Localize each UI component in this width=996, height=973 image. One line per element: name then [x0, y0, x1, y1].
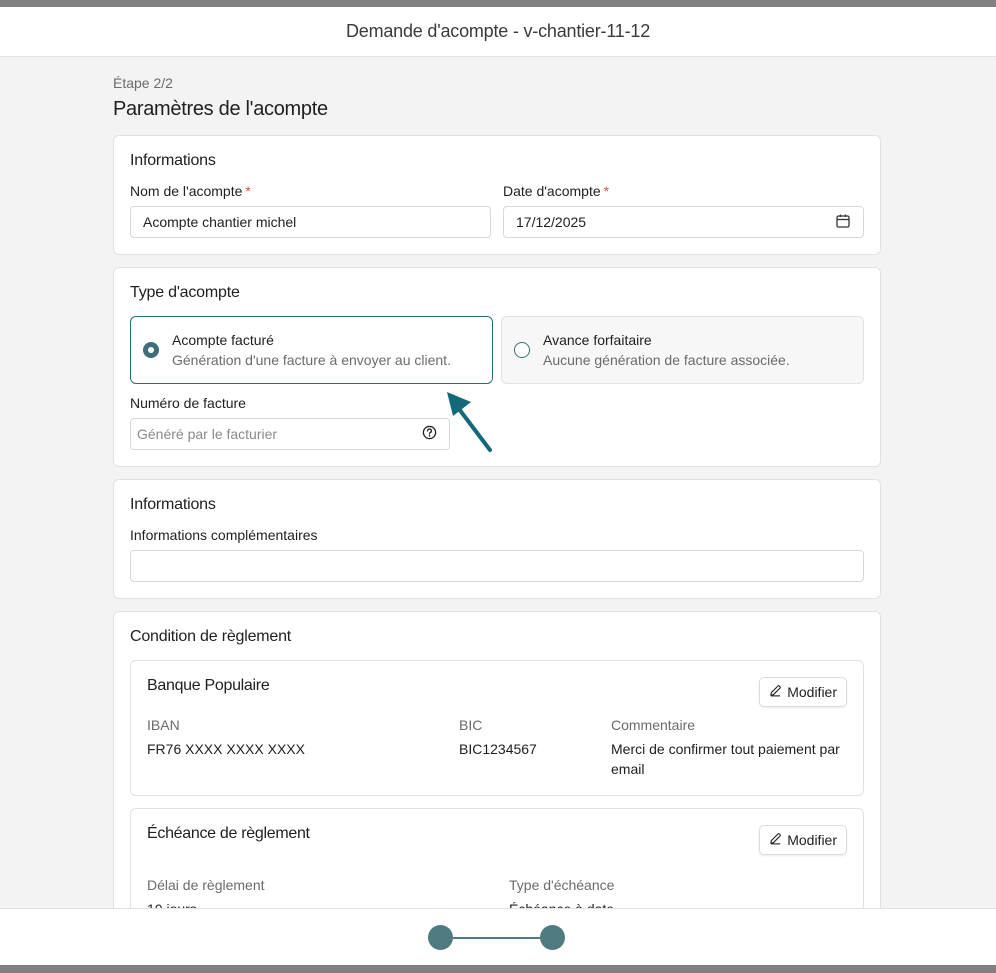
due-date-card: Échéance de règlement Modifier Délai de … [130, 808, 864, 908]
date-input[interactable]: 17/12/2025 [503, 206, 864, 238]
window-top-strip [0, 0, 996, 7]
help-icon[interactable] [422, 425, 437, 443]
bic-value: BIC1234567 [459, 741, 537, 757]
informations-card-title: Informations [130, 152, 216, 169]
option-title: Acompte facturé [172, 332, 274, 348]
date-field-label: Date d'acompte * [503, 183, 610, 199]
stepper-step-1[interactable] [428, 925, 453, 950]
option-avance-forfaitaire[interactable]: Avance forfaitaire Aucune génération de … [501, 316, 864, 384]
step-indicator: Étape 2/2 [113, 75, 173, 91]
iban-value: FR76 XXXX XXXX XXXX [147, 741, 305, 757]
stepper-connector [453, 937, 540, 939]
bank-account-card: Banque Populaire Modifier IBAN FR76 XXXX… [130, 660, 864, 796]
delay-label: Délai de règlement [147, 877, 265, 893]
payment-conditions-card: Condition de règlement Banque Populaire … [113, 611, 881, 908]
comment-value: Merci de confirmer tout paiement par ema… [611, 741, 840, 777]
iban-label: IBAN [147, 717, 180, 733]
invoice-number-placeholder: Généré par le facturier [137, 426, 278, 442]
payment-conditions-title: Condition de règlement [130, 628, 292, 645]
modify-due-label: Modifier [787, 832, 837, 848]
header-title: Demande d'acompte - v-chantier-11-12 [345, 21, 651, 41]
pencil-icon [769, 832, 782, 848]
modify-bank-button[interactable]: Modifier [759, 677, 847, 707]
due-type-label: Type d'échéance [509, 877, 615, 893]
informations-card: Informations Nom de l'acompte * Acompte c… [113, 135, 881, 255]
window-bottom-strip [0, 965, 996, 973]
comment-label: Commentaire [611, 717, 696, 733]
name-input-value: Acompte chantier michel [143, 214, 297, 230]
invoice-number-input[interactable]: Généré par le facturier [130, 418, 450, 450]
extra-info-card-title: Informations [130, 496, 216, 513]
bank-name: Banque Populaire [147, 677, 270, 694]
page-header: Demande d'acompte - v-chantier-11-12 [0, 7, 996, 57]
stepper-step-2[interactable] [540, 925, 565, 950]
required-mark: * [245, 183, 251, 199]
due-type-value: Échéance à date [509, 899, 614, 908]
name-field-label: Nom de l'acompte * [130, 183, 251, 199]
type-card: Type d'acompte Acompte facturé Génératio… [113, 267, 881, 467]
calendar-icon[interactable] [835, 213, 851, 232]
main-content[interactable]: Étape 2/2 Paramètres de l'acompte Inform… [113, 57, 881, 908]
modify-bank-label: Modifier [787, 684, 837, 700]
bic-label: BIC [459, 717, 483, 733]
option-acompte-facture[interactable]: Acompte facturé Génération d'une facture… [130, 316, 493, 384]
extra-info-label: Informations complémentaires [130, 527, 318, 543]
pencil-icon [769, 684, 782, 700]
due-date-title: Échéance de règlement [147, 825, 310, 842]
required-mark: * [603, 183, 610, 199]
page-title: Paramètres de l'acompte [113, 98, 328, 120]
type-card-title: Type d'acompte [130, 284, 240, 301]
invoice-number-label: Numéro de facture [130, 395, 246, 411]
option-description: Génération d'une facture à envoyer au cl… [172, 352, 451, 368]
delay-value: 10 jours [147, 899, 197, 908]
option-description: Aucune génération de facture associée. [543, 352, 790, 368]
name-input[interactable]: Acompte chantier michel [130, 206, 491, 238]
option-title: Avance forfaitaire [543, 332, 652, 348]
modify-due-button[interactable]: Modifier [759, 825, 847, 855]
extra-info-input[interactable] [130, 550, 864, 582]
extra-info-card: Informations Informations complémentaire… [113, 479, 881, 599]
radio-selected-icon[interactable] [143, 342, 159, 358]
date-input-value: 17/12/2025 [516, 214, 587, 230]
stepper-footer [0, 908, 996, 965]
radio-unselected-icon[interactable] [514, 342, 530, 358]
